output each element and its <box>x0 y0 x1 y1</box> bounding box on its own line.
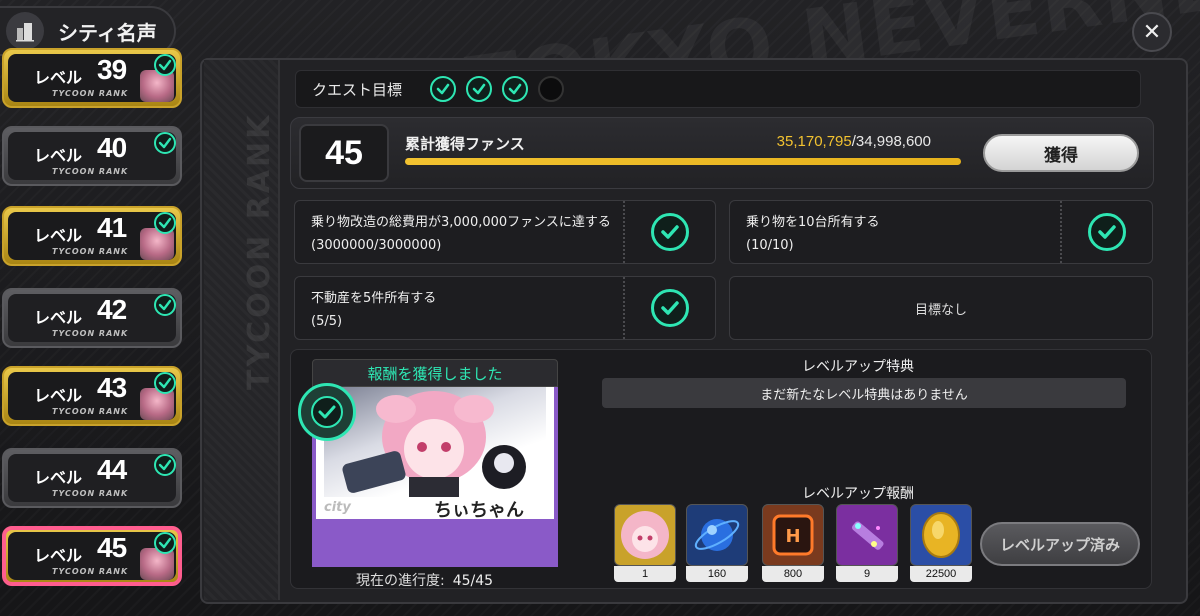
goal-title: 乗り物改造の総費用が3,000,000ファンスに達する <box>311 215 611 230</box>
goal-card: 乗り物改造の総費用が3,000,000ファンスに達する (3000000/300… <box>294 200 716 264</box>
check-icon <box>154 454 176 476</box>
empty-check-icon <box>538 76 565 102</box>
fans-progress-bar <box>405 158 961 165</box>
level-number: 43 <box>97 372 127 403</box>
reward-count: 9 <box>836 566 898 582</box>
check-icon <box>651 213 689 251</box>
goal-card: 不動産を5件所有する (5/5) <box>294 276 716 340</box>
level-label: レベル <box>34 308 83 327</box>
goal-title: 乗り物を10台所有する <box>746 215 880 230</box>
character-portrait-image <box>324 387 546 497</box>
goal-status <box>623 277 715 339</box>
side-text: TYCOON RANK <box>242 112 277 390</box>
reward-count: 22500 <box>910 566 972 582</box>
fans-progress-fill <box>405 158 961 165</box>
check-icon <box>502 76 529 102</box>
level-subtitle: TYCOON RANK <box>52 167 129 176</box>
level-subtitle: TYCOON RANK <box>52 407 129 416</box>
level-label: レベル <box>34 546 83 565</box>
reward-count: 800 <box>762 566 824 582</box>
city-building-icon <box>6 12 44 50</box>
level-item-42[interactable]: レベル 42 TYCOON RANK <box>2 288 182 348</box>
level-subtitle: TYCOON RANK <box>52 329 129 338</box>
reward-item[interactable]: 160 <box>686 504 748 584</box>
close-button[interactable]: ✕ <box>1132 12 1172 52</box>
level-item-41[interactable]: レベル 41 TYCOON RANK <box>2 206 182 266</box>
character-portrait-icon <box>614 504 676 566</box>
goal-empty: 目標なし <box>729 276 1153 340</box>
gold-coin-icon <box>910 504 972 566</box>
acquired-stamp-icon <box>298 383 356 441</box>
level-subtitle: TYCOON RANK <box>52 567 129 576</box>
reward-item[interactable]: H 800 <box>762 504 824 584</box>
level-number: 42 <box>97 294 127 325</box>
reward-item[interactable]: 22500 <box>910 504 972 584</box>
goal-status <box>623 201 715 263</box>
check-icon <box>154 54 176 76</box>
check-icon <box>154 132 176 154</box>
goal-progress: (10/10) <box>746 238 794 253</box>
reward-item[interactable]: 9 <box>836 504 898 584</box>
fans-target: 34,998,600 <box>855 133 931 150</box>
acquire-button[interactable]: 獲得 <box>983 134 1139 172</box>
goal-status <box>1060 201 1152 263</box>
goal-title: 不動産を5件所有する <box>311 291 437 306</box>
level-number: 45 <box>97 532 127 563</box>
check-icon <box>430 76 457 102</box>
level-subtitle: TYCOON RANK <box>52 489 129 498</box>
level-subtitle: TYCOON RANK <box>52 247 129 256</box>
check-icon <box>154 294 176 316</box>
level-item-45[interactable]: レベル 45 TYCOON RANK <box>2 526 182 586</box>
level-item-40[interactable]: レベル 40 TYCOON RANK <box>2 126 182 186</box>
progress-text: 現在の進行度: 45/45 <box>356 570 493 590</box>
reward-count: 160 <box>686 566 748 582</box>
check-icon <box>154 212 176 234</box>
level-subtitle: TYCOON RANK <box>52 89 129 98</box>
check-icon <box>651 289 689 327</box>
page-title: シティ名声 <box>58 20 157 45</box>
hunter-logo-icon: H <box>762 504 824 566</box>
level-label: レベル <box>34 386 83 405</box>
fans-value: 35,170,795/34,998,600 <box>777 133 931 150</box>
perk-message: まだ新たなレベル特典はありません <box>602 378 1126 408</box>
level-number: 39 <box>97 54 127 85</box>
card-brand: city <box>324 500 351 515</box>
perk-title: レベルアップ特典 <box>802 359 914 375</box>
level-item-39[interactable]: レベル 39 TYCOON RANK <box>2 48 182 108</box>
quest-bar: クエスト目標 <box>295 70 1141 108</box>
fans-panel: 45 累計獲得ファンス 35,170,795/34,998,600 獲得 <box>290 117 1154 189</box>
reward-card-header: 報酬を獲得しました <box>312 359 558 387</box>
svg-text:H: H <box>785 526 800 547</box>
level-number: 40 <box>97 132 127 163</box>
progress-value: 45/45 <box>452 573 494 589</box>
glitter-tool-icon <box>836 504 898 566</box>
level-label: レベル <box>34 468 83 487</box>
check-icon <box>154 372 176 394</box>
goal-progress: (5/5) <box>311 314 343 329</box>
quest-checks <box>430 76 565 102</box>
reward-title: レベルアップ報酬 <box>802 486 914 502</box>
level-item-44[interactable]: レベル 44 TYCOON RANK <box>2 448 182 508</box>
check-icon <box>466 76 493 102</box>
reward-item[interactable]: 1 <box>614 504 676 584</box>
level-item-43[interactable]: レベル 43 TYCOON RANK <box>2 366 182 426</box>
progress-label: 現在の進行度: <box>356 573 445 589</box>
levelup-button[interactable]: レベルアップ済み <box>980 522 1140 566</box>
blue-orb-icon <box>686 504 748 566</box>
level-label: レベル <box>34 226 83 245</box>
fans-current: 35,170,795 <box>776 133 852 150</box>
fans-label: 累計獲得ファンス <box>405 135 525 153</box>
quest-label: クエスト目標 <box>312 80 403 99</box>
check-icon <box>1088 213 1126 251</box>
goal-card: 乗り物を10台所有する (10/10) <box>729 200 1153 264</box>
goal-progress: (3000000/3000000) <box>311 238 442 253</box>
level-label: レベル <box>34 68 83 87</box>
reward-count: 1 <box>614 566 676 582</box>
check-icon <box>154 532 176 554</box>
level-number: 44 <box>97 454 127 485</box>
level-number: 41 <box>97 212 127 243</box>
rank-badge: 45 <box>299 124 389 182</box>
level-label: レベル <box>34 146 83 165</box>
card-character-name: ちぃちゃん <box>434 500 524 521</box>
